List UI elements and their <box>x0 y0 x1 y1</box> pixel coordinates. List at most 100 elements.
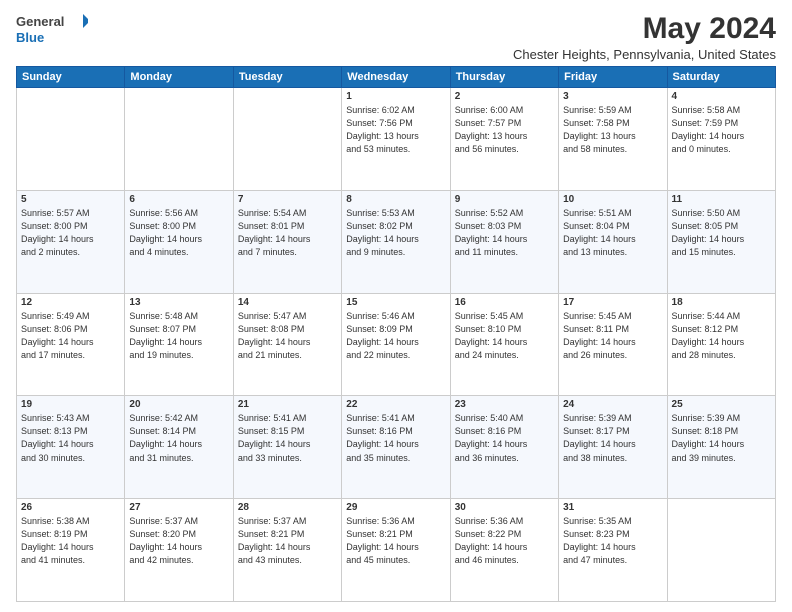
day-info: Sunrise: 5:39 AMSunset: 8:17 PMDaylight:… <box>563 412 662 464</box>
svg-text:Blue: Blue <box>16 30 44 45</box>
table-cell <box>17 88 125 191</box>
day-info: Sunrise: 5:35 AMSunset: 8:23 PMDaylight:… <box>563 515 662 567</box>
day-info: Sunrise: 5:42 AMSunset: 8:14 PMDaylight:… <box>129 412 228 464</box>
col-tuesday: Tuesday <box>233 67 341 88</box>
table-cell: 10 Sunrise: 5:51 AMSunset: 8:04 PMDayligh… <box>559 190 667 293</box>
day-info: Sunrise: 5:56 AMSunset: 8:00 PMDaylight:… <box>129 207 228 259</box>
day-number: 18 <box>672 297 771 308</box>
col-saturday: Saturday <box>667 67 775 88</box>
table-cell: 22Sunrise: 5:41 AMSunset: 8:16 PMDayligh… <box>342 396 450 499</box>
table-cell: 25Sunrise: 5:39 AMSunset: 8:18 PMDayligh… <box>667 396 775 499</box>
page: General Blue May 2024 Chester Heights, P… <box>0 0 792 612</box>
table-cell <box>667 499 775 602</box>
table-cell: 9Sunrise: 5:52 AMSunset: 8:03 PMDaylight… <box>450 190 558 293</box>
table-cell: 8Sunrise: 5:53 AMSunset: 8:02 PMDaylight… <box>342 190 450 293</box>
table-cell: 19Sunrise: 5:43 AMSunset: 8:13 PMDayligh… <box>17 396 125 499</box>
day-info: Sunrise: 5:36 AMSunset: 8:21 PMDaylight:… <box>346 515 445 567</box>
table-cell: 16 Sunrise: 5:45 AMSunset: 8:10 PMDayligh… <box>450 293 558 396</box>
table-cell: 2Sunrise: 6:00 AMSunset: 7:57 PMDaylight… <box>450 88 558 191</box>
table-cell: 1 Sunrise: 6:02 AMSunset: 7:56 PMDaylight… <box>342 88 450 191</box>
day-number: 2 <box>455 91 554 102</box>
table-cell: 23Sunrise: 5:40 AMSunset: 8:16 PMDayligh… <box>450 396 558 499</box>
day-number: 29 <box>346 502 445 513</box>
header: General Blue May 2024 Chester Heights, P… <box>16 12 776 62</box>
table-cell: 14 Sunrise: 5:47 AMSunset: 8:08 PMDayligh… <box>233 293 341 396</box>
calendar-week-3: 12 Sunrise: 5:49 AMSunset: 8:06 PMDayligh… <box>17 293 776 396</box>
day-info: Sunrise: 5:37 AMSunset: 8:21 PMDaylight:… <box>238 515 337 567</box>
day-info: Sunrise: 5:38 AMSunset: 8:19 PMDaylight:… <box>21 515 120 567</box>
table-cell: 3 Sunrise: 5:59 AMSunset: 7:58 PMDaylight… <box>559 88 667 191</box>
table-cell: 21 Sunrise: 5:41 AMSunset: 8:15 PMDayligh… <box>233 396 341 499</box>
day-number: 31 <box>563 502 662 513</box>
logo-svg: General Blue <box>16 12 88 48</box>
subtitle: Chester Heights, Pennsylvania, United St… <box>513 47 776 62</box>
table-cell: 6 Sunrise: 5:56 AMSunset: 8:00 PMDaylight… <box>125 190 233 293</box>
day-number: 10 <box>563 194 662 205</box>
day-number: 25 <box>672 399 771 410</box>
table-cell: 26 Sunrise: 5:38 AMSunset: 8:19 PMDayligh… <box>17 499 125 602</box>
calendar-week-2: 5Sunrise: 5:57 AMSunset: 8:00 PMDaylight… <box>17 190 776 293</box>
svg-text:General: General <box>16 14 64 29</box>
day-info: Sunrise: 5:49 AMSunset: 8:06 PMDaylight:… <box>21 310 120 362</box>
col-monday: Monday <box>125 67 233 88</box>
table-cell: 15 Sunrise: 5:46 AMSunset: 8:09 PMDayligh… <box>342 293 450 396</box>
calendar-week-1: 1 Sunrise: 6:02 AMSunset: 7:56 PMDaylight… <box>17 88 776 191</box>
day-info: Sunrise: 5:44 AMSunset: 8:12 PMDaylight:… <box>672 310 771 362</box>
day-info: Sunrise: 5:45 AMSunset: 8:10 PMDaylight:… <box>455 310 554 362</box>
table-cell: 17 Sunrise: 5:45 AMSunset: 8:11 PMDayligh… <box>559 293 667 396</box>
day-number: 4 <box>672 91 771 102</box>
day-info: Sunrise: 5:58 AMSunset: 7:59 PMDaylight:… <box>672 104 771 156</box>
day-number: 12 <box>21 297 120 308</box>
col-thursday: Thursday <box>450 67 558 88</box>
day-number: 27 <box>129 502 228 513</box>
day-number: 7 <box>238 194 337 205</box>
day-number: 30 <box>455 502 554 513</box>
day-number: 15 <box>346 297 445 308</box>
table-cell: 18 Sunrise: 5:44 AMSunset: 8:12 PMDayligh… <box>667 293 775 396</box>
day-info: Sunrise: 5:37 AMSunset: 8:20 PMDaylight:… <box>129 515 228 567</box>
table-cell <box>233 88 341 191</box>
day-info: Sunrise: 5:41 AMSunset: 8:16 PMDaylight:… <box>346 412 445 464</box>
day-info: Sunrise: 5:59 AMSunset: 7:58 PMDaylight:… <box>563 104 662 156</box>
day-number: 21 <box>238 399 337 410</box>
day-number: 14 <box>238 297 337 308</box>
day-info: Sunrise: 5:51 AMSunset: 8:04 PMDaylight:… <box>563 207 662 259</box>
day-number: 6 <box>129 194 228 205</box>
day-info: Sunrise: 5:57 AMSunset: 8:00 PMDaylight:… <box>21 207 120 259</box>
col-wednesday: Wednesday <box>342 67 450 88</box>
table-cell: 11Sunrise: 5:50 AMSunset: 8:05 PMDayligh… <box>667 190 775 293</box>
day-number: 23 <box>455 399 554 410</box>
table-cell: 24 Sunrise: 5:39 AMSunset: 8:17 PMDayligh… <box>559 396 667 499</box>
table-cell: 12 Sunrise: 5:49 AMSunset: 8:06 PMDayligh… <box>17 293 125 396</box>
main-title: May 2024 <box>513 12 776 45</box>
day-info: Sunrise: 5:36 AMSunset: 8:22 PMDaylight:… <box>455 515 554 567</box>
day-number: 13 <box>129 297 228 308</box>
day-info: Sunrise: 5:47 AMSunset: 8:08 PMDaylight:… <box>238 310 337 362</box>
day-info: Sunrise: 5:46 AMSunset: 8:09 PMDaylight:… <box>346 310 445 362</box>
table-cell: 27 Sunrise: 5:37 AMSunset: 8:20 PMDayligh… <box>125 499 233 602</box>
day-number: 3 <box>563 91 662 102</box>
table-cell: 29 Sunrise: 5:36 AMSunset: 8:21 PMDayligh… <box>342 499 450 602</box>
day-info: Sunrise: 5:50 AMSunset: 8:05 PMDaylight:… <box>672 207 771 259</box>
day-number: 26 <box>21 502 120 513</box>
day-info: Sunrise: 6:02 AMSunset: 7:56 PMDaylight:… <box>346 104 445 156</box>
table-cell: 13Sunrise: 5:48 AMSunset: 8:07 PMDayligh… <box>125 293 233 396</box>
table-cell: 20Sunrise: 5:42 AMSunset: 8:14 PMDayligh… <box>125 396 233 499</box>
table-cell: 30 Sunrise: 5:36 AMSunset: 8:22 PMDayligh… <box>450 499 558 602</box>
day-info: Sunrise: 5:41 AMSunset: 8:15 PMDaylight:… <box>238 412 337 464</box>
col-friday: Friday <box>559 67 667 88</box>
table-cell: 31 Sunrise: 5:35 AMSunset: 8:23 PMDayligh… <box>559 499 667 602</box>
day-number: 17 <box>563 297 662 308</box>
day-info: Sunrise: 5:53 AMSunset: 8:02 PMDaylight:… <box>346 207 445 259</box>
col-sunday: Sunday <box>17 67 125 88</box>
day-number: 24 <box>563 399 662 410</box>
day-number: 28 <box>238 502 337 513</box>
title-block: May 2024 Chester Heights, Pennsylvania, … <box>513 12 776 62</box>
day-number: 16 <box>455 297 554 308</box>
table-cell: 28 Sunrise: 5:37 AMSunset: 8:21 PMDayligh… <box>233 499 341 602</box>
day-number: 19 <box>21 399 120 410</box>
table-cell: 7Sunrise: 5:54 AMSunset: 8:01 PMDaylight… <box>233 190 341 293</box>
calendar-week-4: 19Sunrise: 5:43 AMSunset: 8:13 PMDayligh… <box>17 396 776 499</box>
day-number: 1 <box>346 91 445 102</box>
day-info: Sunrise: 5:45 AMSunset: 8:11 PMDaylight:… <box>563 310 662 362</box>
